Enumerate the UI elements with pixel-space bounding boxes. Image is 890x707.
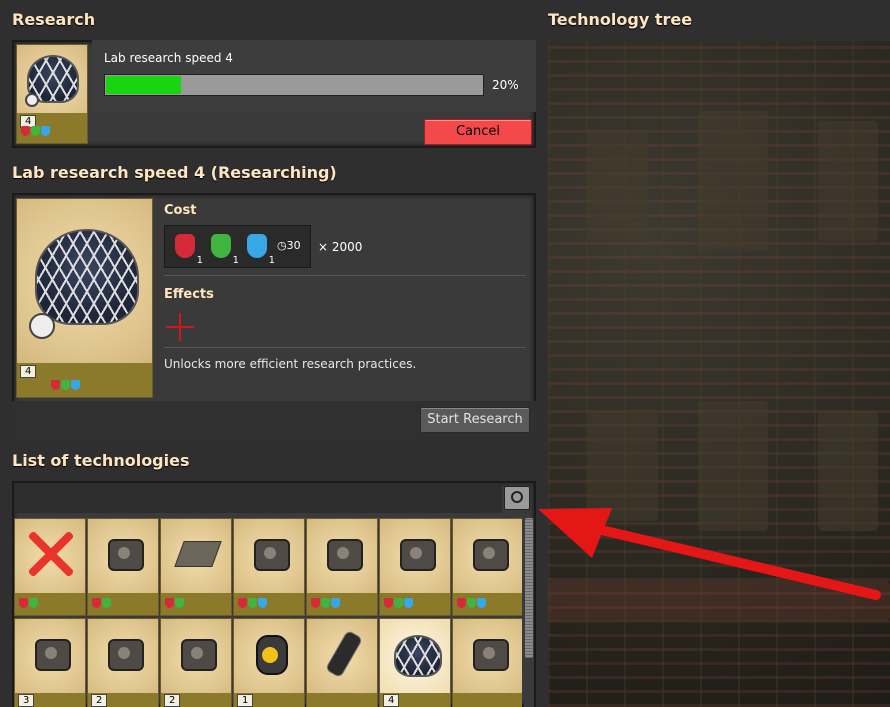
- annotation-arrow: [538, 508, 881, 600]
